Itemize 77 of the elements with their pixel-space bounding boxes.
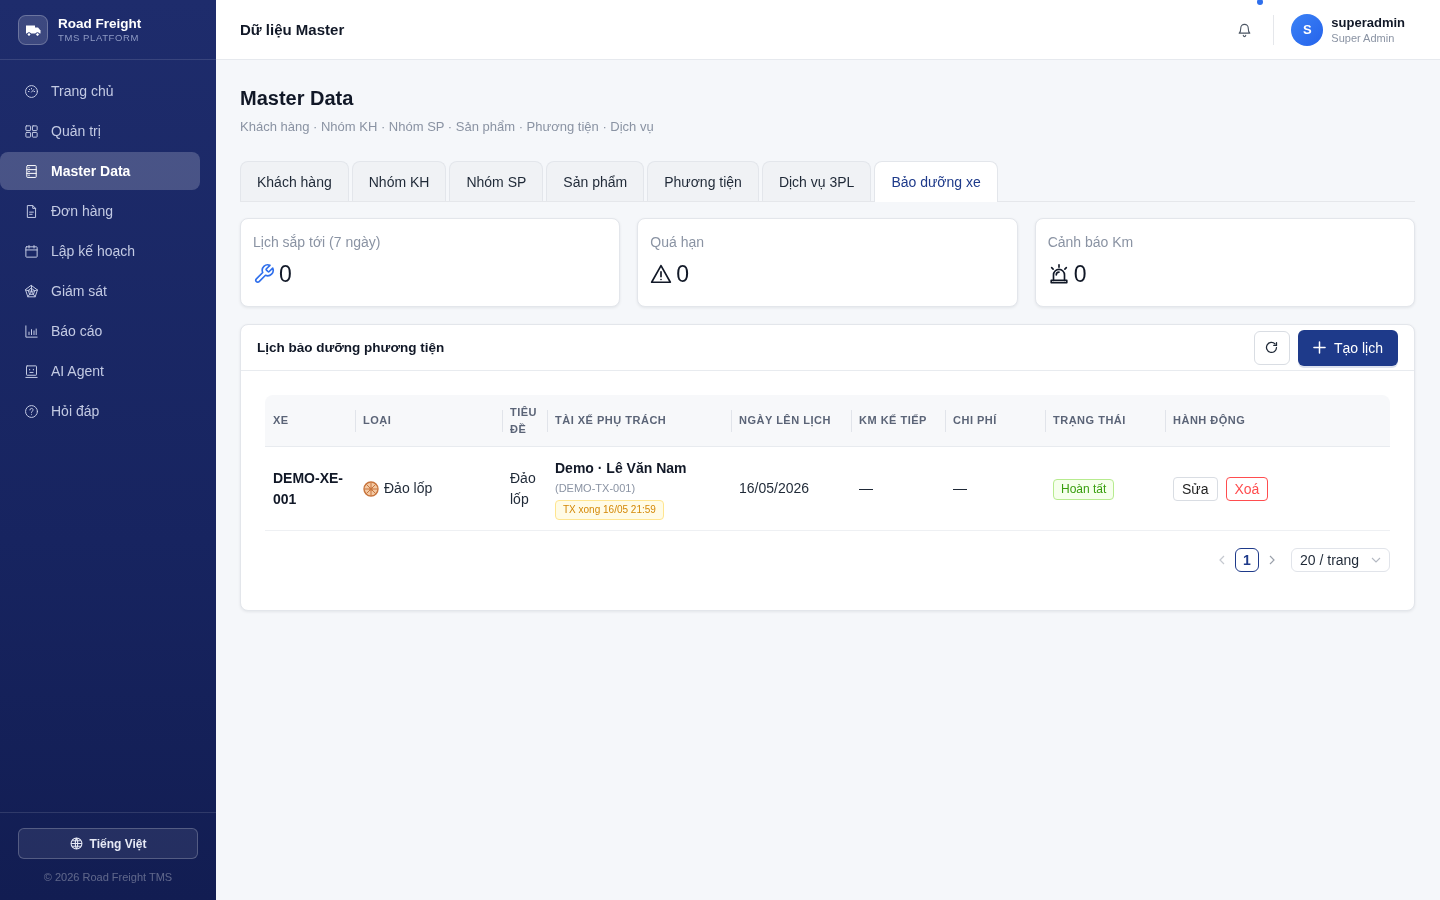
brand-tagline: TMS PLATFORM: [58, 31, 140, 44]
page-button[interactable]: 1: [1235, 548, 1259, 572]
sidebar-item[interactable]: Trang chủ: [0, 72, 200, 110]
refresh-button[interactable]: [1253, 330, 1290, 365]
sidebar-item[interactable]: Báo cáo: [0, 312, 200, 350]
sidebar-item[interactable]: Quản trị: [0, 112, 200, 150]
stat-label: Lịch sắp tới (7 ngày): [253, 233, 382, 251]
table-cell: —: [851, 447, 945, 531]
stat-value: 0: [676, 261, 690, 287]
page-header-title: Dữ liệu Master: [240, 21, 345, 38]
document-icon: [24, 203, 39, 219]
page-subtitle: Khách hàng · Nhóm KH · Nhóm SP · Sản phẩm · Phương tiện · Dịch vụ: [240, 118, 655, 136]
language-button[interactable]: Tiếng Việt: [18, 828, 198, 859]
warning-icon: [650, 263, 673, 285]
robot-icon: [24, 363, 39, 379]
gauge-icon: [24, 83, 39, 99]
page-size-select[interactable]: 20 / trang: [1291, 548, 1390, 572]
tab[interactable]: Khách hàng: [240, 161, 349, 201]
sidebar-item[interactable]: Master Data: [0, 152, 200, 190]
sidebar-item[interactable]: Đơn hàng: [0, 192, 200, 230]
stat-value: 0: [1073, 261, 1087, 287]
maintenance-type: Đảo lốp: [384, 479, 433, 498]
refresh-icon: [1264, 340, 1280, 355]
column-header: NGÀY LÊN LỊCH: [731, 395, 851, 447]
table-cell: —: [945, 447, 1045, 531]
tab[interactable]: Phương tiện: [647, 161, 759, 201]
table-cell: DEMO-XE-001: [265, 447, 355, 531]
tab[interactable]: Nhóm KH: [351, 161, 447, 201]
driver-code: (DEMO-TX-001): [555, 480, 637, 496]
column-header: TIÊU ĐỀ: [502, 395, 547, 447]
tab[interactable]: Nhóm SP: [449, 161, 544, 201]
siren-icon: [1047, 263, 1070, 285]
table-cell: Đảo lốp: [502, 447, 547, 531]
create-schedule-button[interactable]: Tạo lịch: [1297, 329, 1398, 366]
stat-label: Cảnh báo Km: [1047, 233, 1135, 251]
column-header: TRẠNG THÁI: [1045, 395, 1165, 447]
bar-chart-icon: [24, 323, 39, 339]
truck-icon: [18, 14, 48, 45]
user-role: Super Admin: [1331, 30, 1396, 45]
column-header: TÀI XẾ PHỤ TRÁCH: [547, 395, 731, 447]
page-title: Master Data: [240, 86, 355, 110]
calendar-icon: [24, 243, 39, 259]
chevron-right-icon[interactable]: [1267, 555, 1277, 565]
completion-tag: TX xong 16/05 21:59: [555, 499, 664, 520]
panel-title: Lịch bảo dưỡng phương tiện: [257, 340, 445, 355]
driver-name: Demo · Lê Văn Nam: [555, 458, 688, 478]
copyright-text: © 2026 Road Freight TMS: [43, 871, 173, 884]
stat-label: Quá hạn: [650, 233, 706, 251]
table-cell: 16/05/2026: [731, 447, 851, 531]
column-header: LOẠI: [355, 395, 502, 447]
server-icon: [24, 163, 39, 179]
tab[interactable]: Sản phẩm: [546, 161, 645, 201]
tab[interactable]: Bảo dưỡng xe: [874, 161, 998, 202]
column-header: CHI PHÍ: [945, 395, 1045, 447]
edit-button[interactable]: Sửa: [1173, 476, 1218, 501]
wheel-icon: [363, 480, 379, 497]
plus-icon: [1312, 341, 1326, 354]
globe-icon: [69, 837, 83, 850]
sidebar-item[interactable]: Hỏi đáp: [0, 392, 200, 430]
column-header: KM KẾ TIẾP: [851, 395, 945, 447]
wrench-icon: [253, 263, 275, 285]
sidebar-item[interactable]: Giám sát: [0, 272, 200, 310]
bell-icon[interactable]: [1237, 21, 1253, 38]
help-icon: [24, 403, 39, 419]
chevron-down-icon: [1371, 555, 1381, 565]
user-name: superadmin: [1331, 14, 1405, 31]
sidebar-item[interactable]: AI Agent: [0, 352, 200, 390]
status-tag: Hoàn tất: [1053, 478, 1115, 500]
radar-icon: [24, 283, 39, 299]
grid-icon: [24, 123, 39, 139]
stat-value: 0: [279, 261, 292, 287]
column-header: XE: [265, 395, 355, 447]
sidebar-item[interactable]: Lập kế hoạch: [0, 232, 200, 270]
user-avatar[interactable]: S: [1291, 13, 1324, 46]
brand-name: Road Freight: [58, 15, 142, 32]
column-header: HÀNH ĐỘNG: [1165, 395, 1390, 447]
tab[interactable]: Dịch vụ 3PL: [761, 161, 872, 201]
